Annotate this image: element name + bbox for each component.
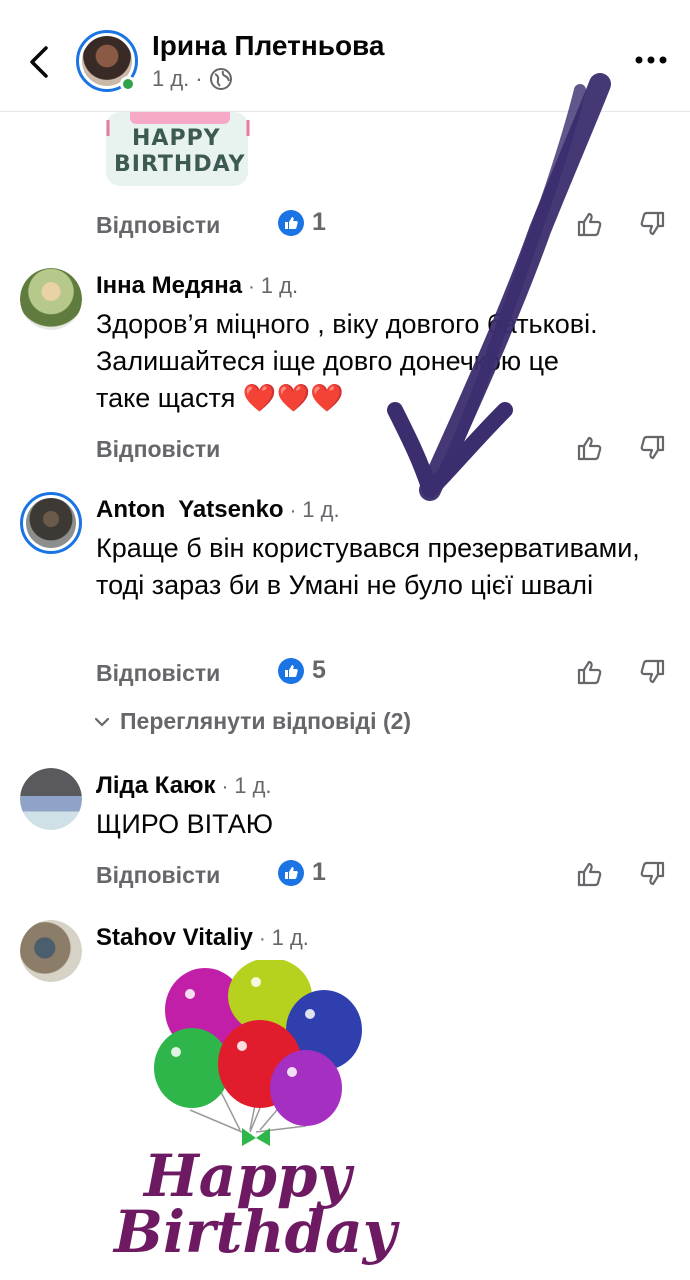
comment-text: Здоров’я міцного , віку довгого батькові… xyxy=(96,309,598,413)
post-time: 1 д. xyxy=(152,66,190,91)
like-count-value: 1 xyxy=(312,208,326,236)
comment-text: ЩИРО ВІТАЮ xyxy=(96,809,274,839)
reply-button[interactable]: Відповісти xyxy=(96,436,220,463)
comment-time: 1 д. xyxy=(260,273,299,298)
like-count: 5 xyxy=(278,656,326,685)
view-replies-label: Переглянути відповіді (2) xyxy=(120,708,412,734)
comment-actions: Відповісти xyxy=(0,430,690,470)
like-badge-icon xyxy=(278,209,304,236)
like-count-value: 5 xyxy=(312,656,326,684)
commenter-name[interactable]: Anton Yatsenko xyxy=(96,496,284,524)
commenter-avatar[interactable] xyxy=(20,492,82,554)
like-icon[interactable] xyxy=(576,658,604,686)
like-badge-icon xyxy=(278,657,304,684)
like-badge-icon xyxy=(278,859,304,886)
like-icon[interactable] xyxy=(576,210,604,238)
comment-time: 1 д. xyxy=(271,925,309,950)
comment-actions: Відповісти 1 xyxy=(0,856,690,896)
commenter-avatar[interactable] xyxy=(20,920,82,982)
comment-text: Краще б він користувався презервативами,… xyxy=(96,533,640,600)
post-meta: 1 д. · xyxy=(152,66,233,92)
dislike-icon[interactable] xyxy=(638,210,666,238)
comment-actions: Відповісти 1 xyxy=(0,206,690,246)
reply-button[interactable]: Відповісти xyxy=(96,212,220,239)
post-header: Ірина Плетньова 1 д. · xyxy=(0,0,690,112)
commenter-name[interactable]: Ліда Каюк xyxy=(96,772,216,800)
comment-time: 1 д. xyxy=(234,773,272,798)
dislike-icon[interactable] xyxy=(638,434,666,462)
dislike-icon[interactable] xyxy=(638,658,666,686)
like-icon[interactable] xyxy=(576,860,604,888)
happy-birthday-sticker-top: HAPPY BIRTHDAY xyxy=(100,106,254,188)
like-icon[interactable] xyxy=(576,434,604,462)
meta-dot: · xyxy=(195,66,203,91)
author-name[interactable]: Ірина Плетньова xyxy=(152,30,384,62)
happy-birthday-balloons-sticker: Happy Birthday xyxy=(110,958,410,1270)
reply-button[interactable]: Відповісти xyxy=(96,660,220,687)
more-options-icon[interactable] xyxy=(634,50,668,70)
comment-time: 1 д. xyxy=(302,497,340,522)
comment-header: Stahov Vitaliy · 1 д. xyxy=(96,924,309,952)
globe-icon xyxy=(209,68,232,90)
dislike-icon[interactable] xyxy=(638,860,666,888)
comment-header: Ліда Каюк · 1 д. xyxy=(96,772,272,800)
back-arrow-icon[interactable] xyxy=(22,40,58,84)
commenter-avatar[interactable] xyxy=(20,268,82,330)
chevron-down-icon xyxy=(94,717,110,727)
sticker-bottom-line2: Birthday xyxy=(114,1198,397,1266)
commenter-name[interactable]: Інна Медяна xyxy=(96,272,242,300)
like-count: 1 xyxy=(278,858,326,887)
commenter-name[interactable]: Stahov Vitaliy xyxy=(96,924,253,952)
online-status-dot xyxy=(120,76,136,92)
like-count: 1 xyxy=(278,208,326,237)
like-count-value: 1 xyxy=(312,858,326,886)
sticker-top-line1: HAPPY xyxy=(132,126,221,151)
view-replies-link[interactable]: Переглянути відповіді (2) xyxy=(94,708,411,735)
comment-actions: Відповісти 5 xyxy=(0,654,690,694)
commenter-avatar[interactable] xyxy=(20,768,82,830)
comment-header: Інна Медяна · 1 д. xyxy=(96,272,299,300)
reply-button[interactable]: Відповісти xyxy=(96,862,220,889)
sticker-top-line2: BIRTHDAY xyxy=(114,152,246,177)
comment-header: Anton Yatsenko · 1 д. xyxy=(96,496,340,524)
